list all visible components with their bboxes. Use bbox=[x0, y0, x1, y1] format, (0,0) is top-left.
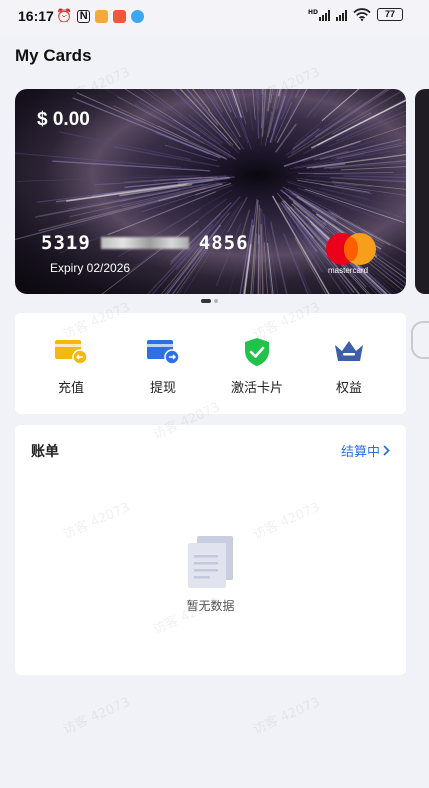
watermark: 访客 42073 bbox=[250, 694, 323, 738]
crown-icon bbox=[332, 337, 366, 367]
empty-document-icon bbox=[187, 535, 235, 589]
withdraw-label: 提现 bbox=[149, 381, 176, 396]
app-notification-icon bbox=[95, 10, 109, 23]
status-bar: 16:17 ⏰ N HD 77 bbox=[0, 0, 429, 34]
card-number-first: 5319 bbox=[41, 232, 91, 254]
recharge-label: 充值 bbox=[57, 381, 84, 396]
hd-signal-icon: HD bbox=[308, 9, 330, 21]
video-app-icon bbox=[113, 10, 127, 23]
settlement-link[interactable]: 结算中 bbox=[341, 441, 390, 460]
browser-app-icon bbox=[131, 10, 145, 23]
activate-card-button[interactable]: 激活卡片 bbox=[209, 313, 305, 414]
bank-card[interactable]: $ 0.00 5319 4856 Expiry 02/2026 masterca… bbox=[15, 89, 406, 294]
battery-icon: 77 bbox=[377, 8, 403, 21]
card-number-last: 4856 bbox=[198, 232, 249, 254]
signal-icon bbox=[336, 9, 347, 21]
recharge-button[interactable]: 充值 bbox=[23, 313, 119, 414]
chevron-right-icon bbox=[383, 445, 390, 456]
pager-dot bbox=[214, 299, 218, 303]
card-actions: 充值 提现 激活卡片 权益 bbox=[15, 313, 406, 414]
activate-card-label: 激活卡片 bbox=[230, 381, 283, 396]
card-pager bbox=[201, 299, 218, 303]
system-icons: HD 77 bbox=[308, 8, 403, 21]
card-number-masked bbox=[100, 237, 189, 249]
benefits-button[interactable]: 权益 bbox=[301, 313, 397, 414]
pager-dot-active bbox=[201, 299, 211, 303]
withdraw-button[interactable]: 提现 bbox=[115, 313, 211, 414]
nfc-icon: N bbox=[77, 10, 91, 23]
card-balance: $ 0.00 bbox=[37, 109, 90, 130]
alarm-icon: ⏰ bbox=[56, 9, 73, 24]
page-title: My Cards bbox=[15, 46, 92, 65]
watermark: 访客 42073 bbox=[60, 694, 133, 738]
recharge-card-icon bbox=[54, 337, 88, 367]
card-number: 5319 4856 bbox=[41, 232, 249, 254]
empty-state-text: 暂无数据 bbox=[186, 599, 235, 613]
benefits-label: 权益 bbox=[335, 381, 362, 396]
bill-title: 账单 bbox=[31, 444, 59, 460]
next-card-peek[interactable] bbox=[415, 89, 429, 294]
notification-icons: ⏰ N bbox=[56, 9, 145, 24]
status-time: 16:17 bbox=[18, 8, 54, 24]
hd-label: HD bbox=[307, 8, 318, 16]
activate-shield-icon bbox=[240, 337, 274, 367]
settlement-link-label: 结算中 bbox=[340, 445, 380, 460]
card-expiry: Expiry 02/2026 bbox=[50, 261, 131, 275]
mastercard-wordmark: mastercard bbox=[328, 266, 369, 275]
wifi-icon bbox=[353, 8, 371, 21]
bill-panel: 账单 结算中 暂无数据 bbox=[15, 425, 406, 675]
side-drawer-handle[interactable] bbox=[411, 321, 429, 359]
withdraw-card-icon bbox=[146, 337, 180, 367]
mastercard-logo: mastercard bbox=[326, 233, 378, 277]
